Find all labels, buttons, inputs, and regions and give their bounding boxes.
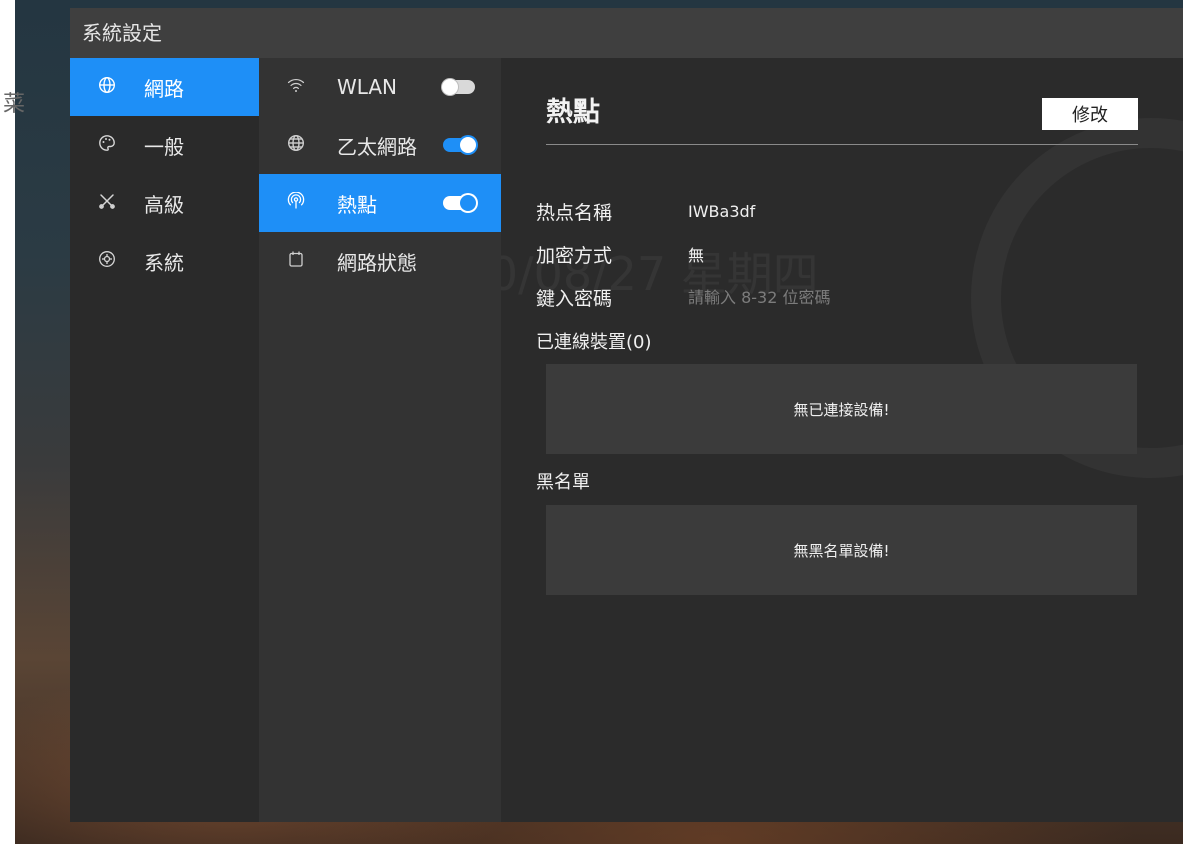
globe-icon (96, 76, 118, 99)
submenu-item-network-status[interactable]: 網路狀態 (259, 232, 501, 290)
password-label: 鍵入密碼 (536, 287, 613, 310)
hotspot-icon (285, 190, 307, 215)
submenu-label: 乙太網路 (337, 134, 417, 159)
submenu-item-hotspot[interactable]: 熱點 (259, 174, 501, 232)
palette-icon (96, 134, 118, 157)
category-item-general[interactable]: 一般 (70, 116, 259, 174)
content-header: 熱點 修改 (546, 98, 1138, 145)
encryption-value: 無 (688, 246, 705, 265)
blacklist-empty: 無黑名單設備! (546, 505, 1137, 595)
password-input[interactable] (688, 287, 988, 307)
submenu-label: 網路狀態 (337, 250, 417, 275)
submenu-label: 熱點 (337, 192, 377, 217)
password-row: 鍵入密碼 (536, 282, 988, 312)
tools-icon (96, 192, 118, 215)
toggle-knob (460, 137, 476, 153)
submenu-item-ethernet[interactable]: 乙太網路 (259, 116, 501, 174)
hotspot-name-value: IWBa3df (688, 201, 756, 221)
network-submenu: WLAN 乙太網路 熱點 網路狀態 (259, 58, 501, 822)
hotspot-detail-panel: 2020/08/27 星期四 熱點 修改 热点名稱 IWBa3df 加密方式 無… (501, 58, 1183, 822)
submenu-label: WLAN (337, 75, 398, 99)
category-label: 網路 (144, 76, 184, 101)
wlan-toggle[interactable] (442, 79, 475, 95)
hotspot-name-label: 热点名稱 (536, 201, 613, 224)
toggle-knob (442, 79, 458, 95)
connected-devices-empty: 無已連接設備! (546, 364, 1137, 454)
hotspot-toggle[interactable] (443, 195, 476, 211)
connected-devices-label: 已連線裝置(0) (536, 332, 652, 353)
category-label: 系統 (144, 250, 184, 275)
settings-panes: 網路 一般 高級 系統 WLAN 乙太網路 熱點 網路狀態 0/08/27 星期… (70, 58, 1183, 822)
network-status-icon (285, 250, 307, 273)
hotspot-name-row: 热点名稱 IWBa3df (536, 196, 755, 226)
category-item-system[interactable]: 系統 (70, 232, 259, 290)
category-menu: 網路 一般 高級 系統 (70, 58, 259, 822)
encryption-row: 加密方式 無 (536, 239, 704, 269)
wallpaper-edge-text: 菜 (3, 92, 26, 117)
window-title: 系統設定 (70, 8, 1183, 58)
encryption-label: 加密方式 (536, 244, 613, 267)
submenu-item-wlan[interactable]: WLAN (259, 58, 501, 116)
category-label: 一般 (144, 134, 184, 159)
settings-window: 系統設定 網路 一般 高級 系統 WLAN 乙太網路 熱點 網路狀態 0/08/… (70, 8, 1183, 822)
toggle-knob (460, 195, 476, 211)
wifi-icon (285, 77, 307, 98)
category-item-network[interactable]: 網路 (70, 58, 259, 116)
category-label: 高級 (144, 192, 184, 217)
blacklist-label: 黑名單 (536, 472, 590, 493)
system-icon (96, 250, 118, 273)
globe-icon (285, 134, 307, 157)
edit-button[interactable]: 修改 (1042, 98, 1138, 130)
ethernet-toggle[interactable] (443, 137, 476, 153)
category-item-advanced[interactable]: 高級 (70, 174, 259, 232)
